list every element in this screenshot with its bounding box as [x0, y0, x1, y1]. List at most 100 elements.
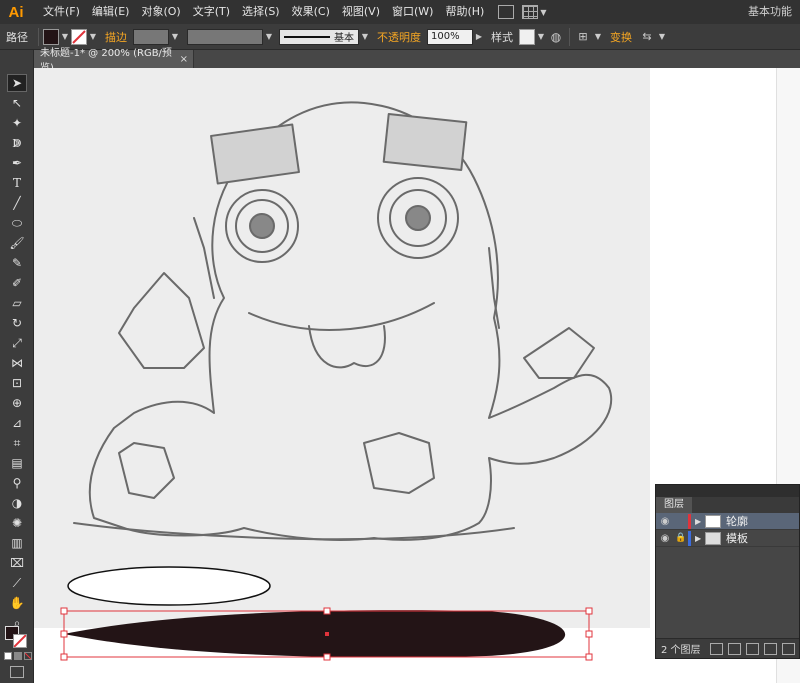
brush-stroke-shape[interactable]	[64, 610, 566, 658]
blob-brush-tool-icon[interactable]: ✐	[7, 274, 27, 292]
locate-object-icon[interactable]	[710, 642, 723, 655]
rotate-tool-icon[interactable]: ↻	[7, 314, 27, 332]
blend-tool-icon[interactable]: ◑	[7, 494, 27, 512]
brush-name: 基本	[334, 33, 354, 44]
line-tool-icon[interactable]: ╱	[7, 194, 27, 212]
ellipse-tool-icon[interactable]: ⬭	[7, 214, 27, 232]
brush-definition-field[interactable]: 基本	[279, 28, 359, 45]
expand-triangle-icon[interactable]: ▶	[695, 534, 705, 543]
make-clipping-mask-icon[interactable]	[728, 642, 741, 655]
divider	[569, 27, 570, 46]
menu-type[interactable]: 文字(T)	[187, 0, 236, 24]
workspace-switcher[interactable]: 基本功能	[748, 0, 792, 24]
layer-color-indicator	[688, 513, 691, 529]
symbol-sprayer-tool-icon[interactable]: ✺	[7, 514, 27, 532]
free-transform-tool-icon[interactable]: ⊡	[7, 374, 27, 392]
gradient-mode-icon[interactable]	[14, 652, 22, 660]
opacity-dropdown-icon[interactable]: ▶	[473, 29, 485, 45]
recolor-icon[interactable]: ◍	[547, 29, 565, 45]
stroke-dropdown-icon[interactable]: ▼	[87, 29, 99, 45]
selection-tool-icon[interactable]: ➤	[7, 74, 27, 92]
document-tab[interactable]: 未标题-1* @ 200% (RGB/预览) ×	[34, 48, 194, 74]
arrange-documents-icon[interactable]	[522, 5, 539, 19]
type-tool-icon[interactable]: T	[7, 174, 27, 192]
stroke-label[interactable]: 描边	[99, 29, 133, 45]
eyedropper-tool-icon[interactable]: ⚲	[7, 474, 27, 492]
lock-icon[interactable]: 🔒	[674, 533, 688, 543]
layers-panel: 图层 ◉ ▶ 轮廓 ◉ 🔒 ▶ 模板 2 个图层	[655, 484, 800, 659]
new-sublayer-icon[interactable]	[746, 642, 759, 655]
align-dropdown-icon[interactable]: ▼	[592, 29, 604, 45]
stroke-weight-field[interactable]	[133, 28, 169, 45]
new-layer-icon[interactable]	[764, 642, 777, 655]
document-tab-bar: 未标题-1* @ 200% (RGB/预览) ×	[34, 48, 800, 74]
opacity-field[interactable]: 100%	[427, 28, 473, 45]
visibility-eye-icon[interactable]: ◉	[656, 533, 674, 544]
layer-name[interactable]: 轮廓	[726, 513, 748, 529]
menu-help[interactable]: 帮助(H)	[439, 0, 490, 24]
scale-tool-icon[interactable]: ⤢	[7, 334, 27, 352]
none-mode-icon[interactable]	[24, 652, 32, 660]
expand-triangle-icon[interactable]: ▶	[695, 517, 705, 526]
menu-file[interactable]: 文件(F)	[37, 0, 86, 24]
transform-label[interactable]: 变换	[604, 29, 638, 45]
mesh-tool-icon[interactable]: ⌗	[7, 434, 27, 452]
magic-wand-tool-icon[interactable]: ✦	[7, 114, 27, 132]
eraser-tool-icon[interactable]: ▱	[7, 294, 27, 312]
shape-builder-tool-icon[interactable]: ⊕	[7, 394, 27, 412]
column-graph-tool-icon[interactable]: ▥	[7, 534, 27, 552]
paintbrush-tool-icon[interactable]: 🖌	[7, 234, 27, 252]
menu-window[interactable]: 窗口(W)	[386, 0, 439, 24]
menu-select[interactable]: 选择(S)	[236, 0, 286, 24]
slice-tool-icon[interactable]: ⟋	[7, 574, 27, 592]
screen-mode-icon[interactable]	[10, 666, 24, 678]
app-logo: Ai	[8, 3, 24, 21]
layer-name[interactable]: 模板	[726, 530, 748, 546]
panel-menu-icon[interactable]: ▼	[656, 29, 668, 45]
graphic-style-swatch[interactable]	[519, 28, 535, 45]
monster-sketch	[73, 101, 613, 541]
bridge-icon[interactable]	[498, 5, 515, 19]
visibility-eye-icon[interactable]: ◉	[656, 516, 674, 527]
gradient-tool-icon[interactable]: ▤	[7, 454, 27, 472]
arrange-caret-icon[interactable]: ▼	[540, 8, 546, 17]
ellipse-shape[interactable]	[67, 566, 271, 606]
layer-row[interactable]: ◉ ▶ 轮廓	[656, 513, 799, 530]
close-icon[interactable]: ×	[180, 54, 188, 65]
menu-edit[interactable]: 编辑(E)	[86, 0, 136, 24]
pencil-tool-icon[interactable]: ✎	[7, 254, 27, 272]
fill-dropdown-icon[interactable]: ▼	[59, 29, 71, 45]
stroke-color-swatch[interactable]	[13, 634, 27, 648]
arrange-icon[interactable]: ⇆	[638, 29, 656, 45]
brush-dropdown-icon[interactable]: ▼	[359, 29, 371, 45]
direct-selection-tool-icon[interactable]: ↖	[7, 94, 27, 112]
divider	[38, 27, 39, 46]
menu-view[interactable]: 视图(V)	[336, 0, 386, 24]
lasso-tool-icon[interactable]: ↇ	[7, 134, 27, 152]
center-point	[325, 632, 329, 636]
style-dropdown-icon[interactable]: ▼	[535, 29, 547, 45]
selection-type-label: 路径	[6, 30, 28, 44]
delete-layer-icon[interactable]	[782, 642, 795, 655]
menu-bar: Ai 文件(F) 编辑(E) 对象(O) 文字(T) 选择(S) 效果(C) 视…	[0, 0, 800, 24]
tab-layers[interactable]: 图层	[656, 497, 692, 513]
artboard-tool-icon[interactable]: ⌧	[7, 554, 27, 572]
menu-effect[interactable]: 效果(C)	[286, 0, 336, 24]
width-tool-icon[interactable]: ⋈	[7, 354, 27, 372]
panel-grip[interactable]	[656, 485, 799, 497]
variable-width-dropdown-icon[interactable]: ▼	[263, 29, 275, 45]
tools-panel: ➤ ↖ ✦ ↇ ✒ T ╱ ⬭ 🖌 ✎ ✐ ▱ ↻ ⤢ ⋈ ⊡ ⊕ ⊿ ⌗ ▤ …	[0, 50, 34, 683]
menu-object[interactable]: 对象(O)	[135, 0, 186, 24]
layer-row[interactable]: ◉ 🔒 ▶ 模板	[656, 530, 799, 547]
no-stroke-icon	[14, 635, 26, 647]
align-grid-icon[interactable]: ⊞	[574, 29, 592, 45]
fill-swatch[interactable]	[43, 28, 59, 45]
hand-tool-icon[interactable]: ✋	[7, 594, 27, 612]
perspective-grid-tool-icon[interactable]: ⊿	[7, 414, 27, 432]
color-mode-icon[interactable]	[4, 652, 12, 660]
stroke-swatch[interactable]	[71, 28, 87, 45]
pen-tool-icon[interactable]: ✒	[7, 154, 27, 172]
variable-width-field[interactable]	[187, 28, 263, 45]
stroke-weight-dropdown-icon[interactable]: ▼	[169, 29, 181, 45]
opacity-label[interactable]: 不透明度	[371, 29, 427, 45]
